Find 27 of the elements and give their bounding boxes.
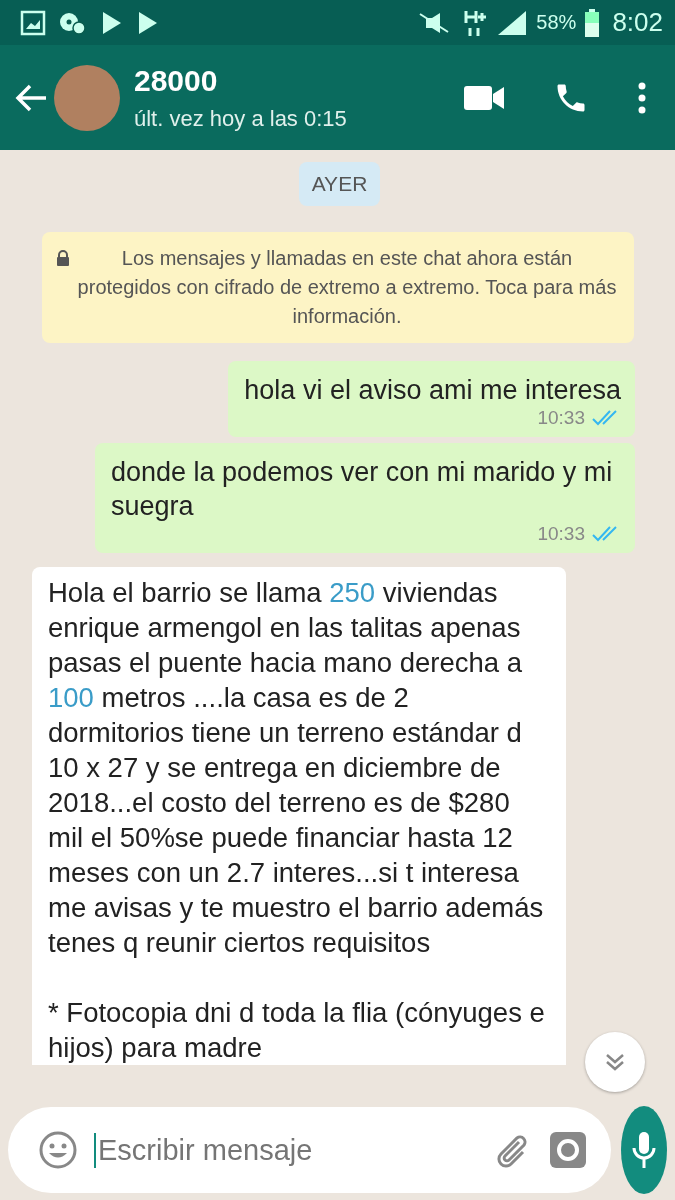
microphone-icon	[631, 1131, 657, 1169]
camera-icon[interactable]	[549, 1131, 587, 1169]
back-arrow-icon[interactable]	[14, 82, 48, 113]
double-chevron-down-icon	[604, 1052, 626, 1072]
encryption-notice[interactable]: Los mensajes y llamadas en este chat ahora están protegidos con cifrado de extremo a extremo. Toca para más información.	[42, 232, 634, 343]
date-chip: AYER	[298, 162, 381, 206]
message-text: donde la podemos ver con mi marido y mi suegra	[111, 456, 614, 523]
battery-percent: 58%	[536, 11, 577, 34]
notice-text: Los mensajes y llamadas en este chat ahora están protegidos con cifrado de extremo a extremo. Toca para más información.	[76, 246, 618, 329]
scroll-down-button[interactable]	[585, 1032, 645, 1092]
message-input[interactable]: Escribir mensaje	[94, 1132, 477, 1168]
contact-name[interactable]: 28000	[134, 63, 415, 98]
message-text: Hola el barrio se llama 250 viviendas enrique armengol en las talitas apenas pasas el puente hacia mano derecha a 100 metros ....la casa es de 2 dormitorios tiene un terreno estándar d 10 x 27 y se entrega en diciembre de 2018...el costo del terreno es de $280 mil el 50%se puede financiar hasta 12 meses con un 2.7 interes...si t interesa me avisas y te muestro el barrio además tenes q reunir ciertos requisitos	[48, 576, 545, 960]
signal-icon	[496, 8, 529, 37]
video-camera-icon[interactable]	[463, 83, 505, 112]
more-options-icon[interactable]	[637, 81, 647, 114]
message-time: 10:33	[537, 523, 585, 545]
message-field[interactable]: Escribir mensaje	[8, 1107, 611, 1193]
message-time: 10:33	[537, 407, 585, 429]
smiley-icon[interactable]	[38, 1130, 78, 1170]
battery-icon	[584, 8, 601, 37]
message-text: hola vi el aviso ami me interesa	[244, 374, 621, 407]
last-seen: últ. vez hoy a las 0:15	[134, 105, 348, 132]
lock-icon	[56, 250, 70, 266]
clock: 8:02	[612, 7, 663, 38]
image-icon	[20, 9, 46, 36]
message-text: * Fotocopia dni d toda la flia (cónyuges e hijos) para madre	[48, 996, 546, 1065]
